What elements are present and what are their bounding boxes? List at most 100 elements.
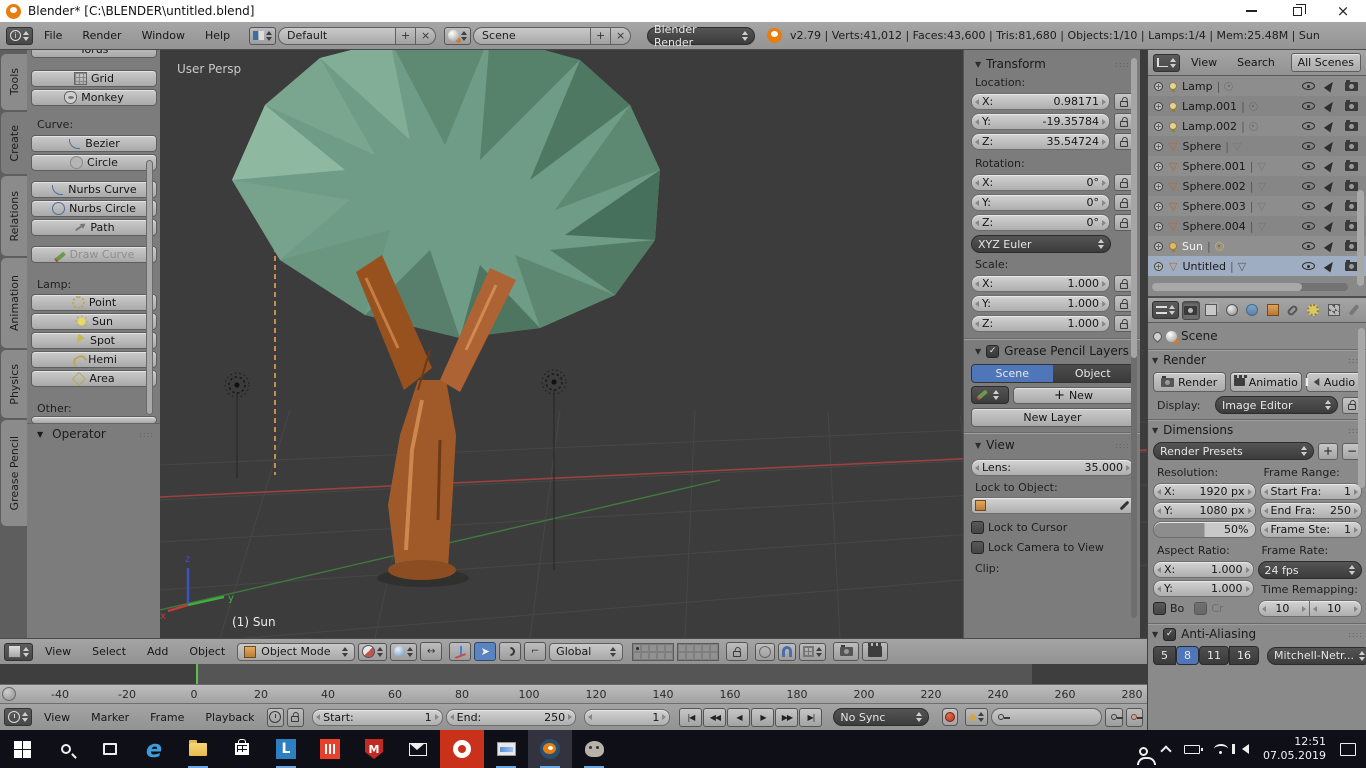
insert-keyframe-button[interactable] (1105, 707, 1124, 727)
resolution-y-field[interactable]: Y: 1080 px (1153, 502, 1256, 519)
mesh-data-icon[interactable]: ▽ (1257, 201, 1265, 212)
active-keying-set-field[interactable] (991, 708, 1103, 726)
expand-icon[interactable]: + (1154, 261, 1163, 271)
menu-render[interactable]: Render (73, 29, 130, 42)
outliner-row-lamp-001[interactable]: + Lamp.001 | (1148, 96, 1366, 116)
taskbar-search-button[interactable] (44, 730, 88, 768)
taskbar-red-app[interactable] (308, 730, 352, 768)
expand-icon[interactable]: + (1154, 181, 1163, 191)
expand-icon[interactable]: + (1154, 101, 1163, 111)
taskbar-clock[interactable]: 12:51 07.05.2019 (1263, 735, 1326, 764)
gp-new-button[interactable]: + New (1013, 386, 1134, 404)
render-presets-select[interactable]: Render Presets (1153, 442, 1314, 460)
visibility-eye-icon[interactable] (1302, 182, 1315, 190)
selectability-cursor-icon[interactable] (1323, 139, 1337, 153)
visibility-eye-icon[interactable] (1302, 162, 1315, 170)
crop-checkbox[interactable] (1194, 602, 1208, 615)
aa-samples-8[interactable]: 8 (1176, 646, 1199, 665)
npanel-scrollbar[interactable] (1131, 58, 1137, 618)
lamp-data-icon[interactable] (1214, 241, 1224, 251)
render-engine-select[interactable]: Blender Render (647, 23, 756, 49)
add-circle-button[interactable]: Circle (31, 154, 157, 171)
manipulator-axis-toggle[interactable] (449, 642, 472, 661)
view-panel-header[interactable]: ▼ View :::: (971, 435, 1134, 455)
expand-icon[interactable]: + (1154, 201, 1163, 211)
border-checkbox[interactable] (1153, 602, 1166, 615)
outliner-row-sphere-003[interactable]: + ▽ Sphere.003 | ▽ (1148, 196, 1366, 216)
properties-scrollbar[interactable] (1358, 328, 1365, 488)
mesh-data-icon[interactable]: ▽ (1257, 161, 1265, 172)
scale-y-field[interactable]: Y: 1.000 (971, 295, 1110, 312)
grease-pencil-checkbox[interactable]: ✓ (986, 344, 1000, 358)
taskbar-opera[interactable] (440, 730, 484, 768)
rotation-mode-select[interactable]: XYZ Euler (971, 235, 1111, 253)
renderability-camera-icon[interactable] (1345, 99, 1358, 111)
current-frame-line[interactable] (196, 664, 198, 684)
aa-samples-11[interactable]: 11 (1199, 646, 1229, 665)
lamp-data-icon[interactable] (1248, 121, 1258, 131)
expand-icon[interactable]: + (1154, 161, 1163, 171)
tab-object-data[interactable] (1305, 301, 1322, 320)
grease-pencil-panel-header[interactable]: ▼ ✓ Grease Pencil Layers ::: (971, 341, 1144, 361)
start-frame-field-timeline[interactable]: Start: 1 (312, 708, 443, 726)
delete-keyframe-button[interactable] (1125, 707, 1144, 727)
rotation-x-field[interactable]: X: 0° (971, 174, 1110, 191)
add-nurbs-circle-button[interactable]: Nurbs Circle (31, 200, 157, 217)
taskbar-monitor-app[interactable] (484, 730, 528, 768)
outliner-row-sphere-001[interactable]: + ▽ Sphere.001 | ▽ (1148, 156, 1366, 176)
tab-tools[interactable]: Tools (1, 54, 27, 110)
renderability-camera-icon[interactable] (1345, 139, 1358, 151)
delete-layout-button[interactable]: × (416, 26, 437, 45)
add-point-lamp-button[interactable]: Point (31, 294, 157, 311)
scene-icon-button[interactable] (444, 26, 472, 45)
operator-panel-header[interactable]: ▼ Operator :::: (27, 423, 160, 444)
frame-step-field[interactable]: Frame Ste: 1 (1259, 521, 1362, 538)
menu-3d-object[interactable]: Object (180, 645, 234, 658)
tab-create[interactable]: Create (1, 112, 27, 174)
selectability-cursor-icon[interactable] (1323, 79, 1337, 93)
visibility-eye-icon[interactable] (1302, 222, 1315, 230)
outliner-row-sphere-002[interactable]: + ▽ Sphere.002 | ▽ (1148, 176, 1366, 196)
gp-tab-object[interactable]: Object (1052, 365, 1133, 382)
add-torus-button[interactable]: Torus (31, 50, 157, 58)
panel-grip[interactable]: :::: (1115, 60, 1130, 69)
manipulator-scale-toggle[interactable]: ⌐ (524, 642, 547, 661)
lock-to-cursor-checkbox[interactable] (971, 521, 984, 534)
aa-samples-16[interactable]: 16 (1229, 646, 1259, 665)
resolution-x-field[interactable]: X: 1920 px (1153, 483, 1256, 500)
menu-3d-select[interactable]: Select (83, 645, 135, 658)
start-button[interactable] (0, 730, 44, 768)
tab-scene[interactable] (1223, 301, 1240, 320)
jump-to-end-button[interactable]: ▶| (799, 707, 823, 727)
timeline-body[interactable] (0, 664, 1147, 684)
lamp-data-icon[interactable] (1224, 81, 1234, 91)
tab-relations[interactable]: Relations (1, 176, 27, 256)
eyedropper-icon[interactable] (1119, 500, 1130, 511)
tab-grease-pencil[interactable]: Grease Pencil (1, 420, 27, 526)
selectability-cursor-icon[interactable] (1323, 99, 1337, 113)
outliner-row-sun[interactable]: + Sun | (1148, 236, 1366, 256)
outliner-hscrollbar[interactable] (1152, 283, 1348, 291)
scene-field[interactable]: Scene (473, 26, 592, 45)
panel-grip[interactable]: :::: (139, 430, 154, 439)
renderability-camera-icon[interactable] (1345, 119, 1358, 131)
menu-timeline-playback[interactable]: Playback (196, 711, 263, 724)
jump-to-start-button[interactable]: |◀ (679, 707, 703, 727)
rotation-y-field[interactable]: Y: 0° (971, 194, 1110, 211)
orientation-select[interactable]: Global (549, 642, 624, 661)
gp-new-layer-button[interactable]: New Layer (971, 408, 1134, 427)
renderability-camera-icon[interactable] (1345, 79, 1358, 91)
add-layout-button[interactable]: + (396, 26, 417, 45)
add-hemi-lamp-button[interactable]: Hemi (31, 351, 157, 368)
timeline-ruler[interactable]: -40 -20 0 20 40 60 80 100 120 140 160 18… (0, 684, 1147, 703)
renderability-camera-icon[interactable] (1345, 179, 1358, 191)
menu-window[interactable]: Window (133, 29, 194, 42)
add-sun-lamp-button[interactable]: Sun (31, 313, 157, 330)
renderability-camera-icon[interactable] (1345, 159, 1358, 171)
tab-animation[interactable]: Animation (1, 258, 27, 348)
visibility-eye-icon[interactable] (1302, 202, 1315, 210)
menu-3d-view[interactable]: View (36, 645, 80, 658)
outliner-vscrollbar[interactable] (1357, 190, 1364, 286)
menu-outliner-search[interactable]: Search (1228, 56, 1284, 69)
play-button[interactable]: ▶ (751, 707, 775, 727)
